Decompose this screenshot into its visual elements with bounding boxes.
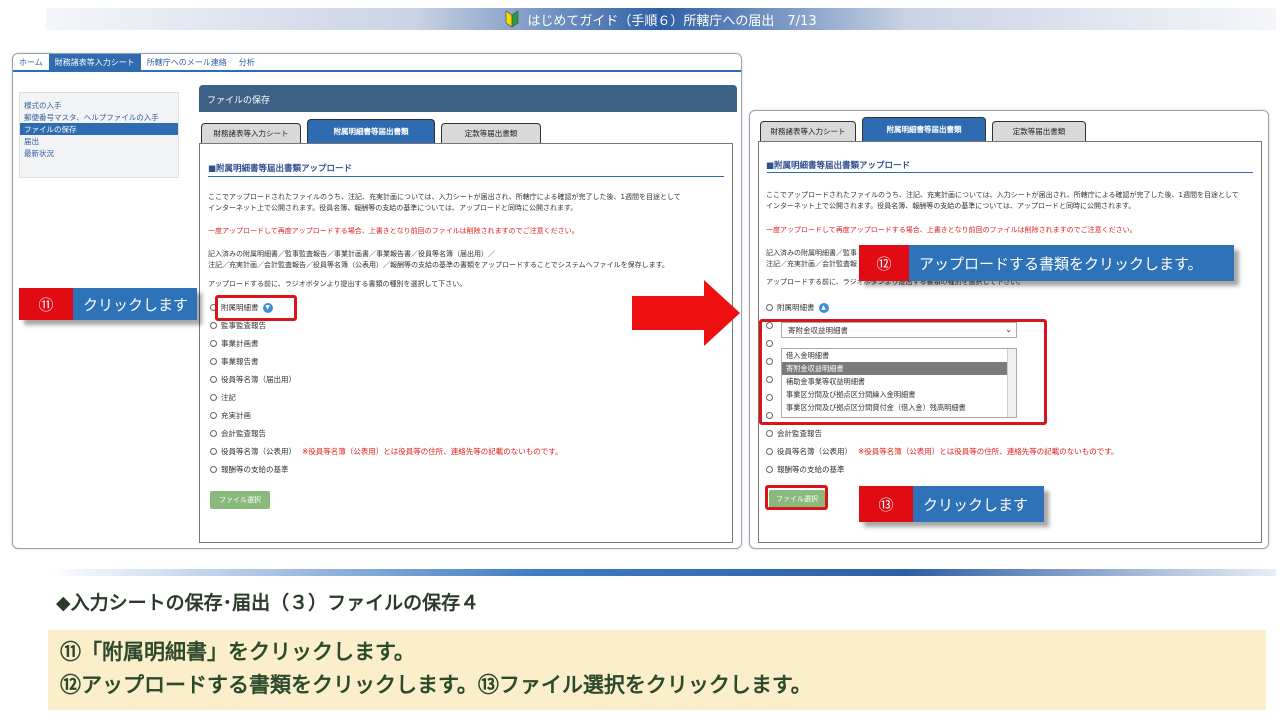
right-screenshot: 財務諸表等入力シート 附属明細書等届出書類 定款等届出書類 ■附属明細書等届出書… bbox=[749, 110, 1269, 549]
radio-auditor-report[interactable]: 監事監査報告 bbox=[210, 320, 266, 331]
slide-title: はじめてガイド（手順６）所轄庁への届出 7/13 bbox=[527, 13, 817, 29]
right-tab-financial-input[interactable]: 財務諸表等入力シート bbox=[760, 121, 856, 141]
section-header: ファイルの保存 bbox=[199, 85, 737, 112]
slide: はじめてガイド（手順６）所轄庁への届出 7/13 ホーム 財務諸表等入力シート … bbox=[0, 0, 1280, 720]
sidebar-item-submit[interactable]: 届出 bbox=[20, 135, 178, 147]
sidebar-item-status[interactable]: 最新状況 bbox=[20, 147, 178, 159]
para-4: 注記／充実計画／会計監査報告／役員等名簿（公表用）／報酬等の支給の基準の書類をア… bbox=[208, 261, 669, 269]
radio-compensation-standard[interactable]: 報酬等の支給の基準 bbox=[210, 464, 289, 475]
tab-attached-docs[interactable]: 附属明細書等届出書類 bbox=[307, 119, 435, 143]
right-tab-bar: 財務諸表等入力シート 附属明細書等届出書類 定款等届出書類 bbox=[760, 117, 1086, 141]
highlight-file-button bbox=[765, 485, 828, 510]
para-2: インターネット上で公開されます。役員名簿、報酬等の支給の基準については、アップロ… bbox=[208, 204, 578, 212]
para-1: ここでアップロードされたファイルのうち、注記、充実計画については、入力シートが届… bbox=[208, 193, 681, 201]
warning-text: 一度アップロードして再度アップロードする場合、上書きとなり前回のファイルは削除さ… bbox=[208, 227, 579, 235]
para-5: アップロードする前に、ラジオボタンより提出する書類の種別を選択して下さい。 bbox=[208, 280, 467, 288]
upload-subtitle: ■附属明細書等届出書類アップロード bbox=[208, 164, 353, 174]
callout-13: ⑬ クリックします bbox=[859, 486, 1044, 522]
file-select-button[interactable]: ファイル選択 bbox=[210, 491, 270, 509]
radio-officer-list-submit[interactable]: 役員等名簿（届出用） bbox=[210, 374, 296, 385]
highlight-document-list bbox=[759, 319, 1047, 425]
divider-band bbox=[46, 569, 1276, 576]
instruction-line-2: ⑫アップロードする書類をクリックします。⑬ファイル選択をクリックします。 bbox=[60, 673, 812, 697]
right-radio-attached-statement[interactable]: 附属明細書 ▲ bbox=[766, 302, 829, 313]
right-upload-subtitle: ■附属明細書等届出書類アップロード bbox=[766, 161, 911, 171]
callout-12: ⑫ アップロードする書類をクリックします。 bbox=[859, 245, 1234, 281]
right-para-1: ここでアップロードされたファイルのうち、注記、充実計画については、入力シートが届… bbox=[766, 191, 1239, 199]
callout-13-text: クリックします bbox=[913, 486, 1044, 522]
right-radio-accounting-audit[interactable]: 会計監査報告 bbox=[766, 428, 822, 439]
sidebar-item-postal[interactable]: 郵便番号マスタ、ヘルプファイルの入手 bbox=[20, 111, 178, 123]
sidebar-item-save-file[interactable]: ファイルの保存 bbox=[20, 123, 178, 135]
radio-officer-list-public[interactable]: 役員等名簿（公表用） ※役員等名簿（公表用）とは役員等の住所、連絡先等の記載のない… bbox=[210, 446, 563, 457]
right-officer-note: ※役員等名簿（公表用）とは役員等の住所、連絡先等の記載のないものです。 bbox=[858, 447, 1119, 456]
tab-articles-docs[interactable]: 定款等届出書類 bbox=[441, 123, 541, 143]
right-collapse-icon[interactable]: ▲ bbox=[818, 302, 829, 313]
sidebar-item-forms[interactable]: 様式の入手 bbox=[20, 99, 178, 111]
highlight-attached-statement bbox=[215, 295, 297, 321]
radio-notes[interactable]: 注記 bbox=[210, 392, 236, 403]
subtitle-underline bbox=[208, 176, 724, 177]
right-tab-articles-docs[interactable]: 定款等届出書類 bbox=[992, 121, 1086, 141]
callout-11-text: クリックします bbox=[73, 288, 197, 320]
right-warning-text: 一度アップロードして再度アップロードする場合、上書きとなり前回のファイルは削除さ… bbox=[766, 226, 1137, 234]
right-tab-attached-docs[interactable]: 附属明細書等届出書類 bbox=[862, 117, 986, 141]
right-subtitle-underline bbox=[767, 172, 1253, 173]
beginner-mark-icon bbox=[506, 10, 519, 28]
tab-financial-input[interactable]: 財務諸表等入力シート bbox=[201, 123, 301, 143]
right-radio-officer-list-public[interactable]: 役員等名簿（公表用） ※役員等名簿（公表用）とは役員等の住所、連絡先等の記載のない… bbox=[766, 446, 1119, 457]
para-3: 記入済みの附属明細書／監事監査報告／事業計画書／事業報告書／役員等名簿（届出用）… bbox=[208, 250, 495, 258]
nav-home[interactable]: ホーム bbox=[13, 54, 49, 70]
callout-11: ⑪ クリックします bbox=[19, 288, 197, 320]
radio-business-report[interactable]: 事業報告書 bbox=[210, 356, 259, 367]
radio-enrichment-plan[interactable]: 充実計画 bbox=[210, 410, 251, 421]
tab-bar: 財務諸表等入力シート 附属明細書等届出書類 定款等届出書類 bbox=[201, 119, 541, 143]
callout-12-text: アップロードする書類をクリックします。 bbox=[909, 245, 1234, 281]
right-para-2: インターネット上で公開されます。役員名簿、報酬等の支給の基準については、アップロ… bbox=[766, 202, 1136, 210]
top-nav: ホーム 財務諸表等入力シート 所轄庁へのメール連絡 分析 bbox=[13, 54, 741, 72]
right-para-4: 注記／充実計画／会計監査報 bbox=[766, 260, 857, 268]
right-arrow-icon bbox=[632, 280, 740, 346]
nav-analysis[interactable]: 分析 bbox=[233, 54, 261, 70]
radio-accounting-audit[interactable]: 会計監査報告 bbox=[210, 428, 266, 439]
radio-business-plan[interactable]: 事業計画書 bbox=[210, 338, 259, 349]
section-heading: ◆入力シートの保存･届出（３）ファイルの保存４ bbox=[56, 592, 480, 614]
instruction-box: ⑪「附属明細書」をクリックします。 ⑫アップロードする書類をクリックします。⑬フ… bbox=[48, 630, 1266, 710]
nav-mail[interactable]: 所轄庁へのメール連絡 bbox=[141, 54, 233, 70]
sidebar: 様式の入手 郵便番号マスタ、ヘルプファイルの入手 ファイルの保存 届出 最新状況 bbox=[19, 92, 179, 178]
callout-12-number: ⑫ bbox=[859, 245, 909, 281]
title-bar: はじめてガイド（手順６）所轄庁への届出 7/13 bbox=[46, 8, 1276, 30]
nav-financial-input[interactable]: 財務諸表等入力シート bbox=[48, 54, 141, 70]
officer-note: ※役員等名簿（公表用）とは役員等の住所、連絡先等の記載のないものです。 bbox=[302, 447, 563, 456]
callout-13-number: ⑬ bbox=[859, 486, 913, 522]
right-radio-compensation-standard[interactable]: 報酬等の支給の基準 bbox=[766, 464, 845, 475]
callout-11-number: ⑪ bbox=[19, 288, 73, 320]
instruction-line-1: ⑪「附属明細書」をクリックします。 bbox=[60, 640, 415, 664]
right-para-3: 記入済みの附属明細書／監事 bbox=[766, 249, 857, 257]
